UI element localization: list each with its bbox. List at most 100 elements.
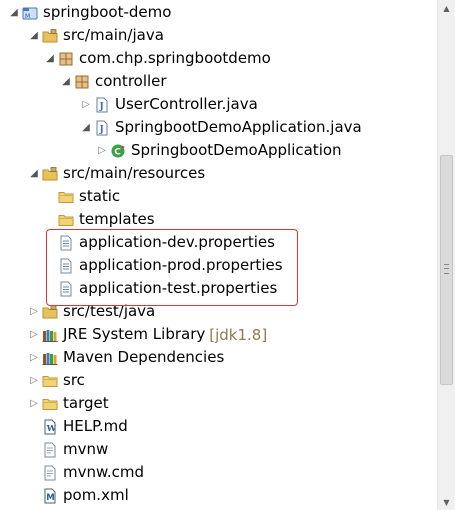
folder-icon [42, 396, 58, 412]
collapsed-twisty-icon[interactable]: ▷ [28, 369, 40, 392]
tree-item-label: src/main/java [63, 26, 164, 44]
tree-item-label: pom.xml [63, 486, 129, 504]
properties-file-icon [58, 235, 74, 251]
expanded-twisty-icon[interactable]: ◢ [28, 24, 40, 47]
tree-item-label: target [63, 394, 109, 412]
expanded-twisty-icon[interactable]: ◢ [44, 47, 56, 70]
collapsed-twisty-icon[interactable]: ▷ [80, 93, 92, 116]
source-folder-icon [42, 304, 58, 320]
tree-item[interactable]: templates [0, 208, 437, 231]
tree-item[interactable]: ▷ src/test/java [0, 300, 437, 323]
properties-file-icon [58, 258, 74, 274]
tree-item-label: static [79, 187, 121, 205]
library-icon [42, 350, 58, 366]
tree-item-label: Maven Dependencies [63, 348, 225, 366]
svg-text:M: M [46, 493, 54, 503]
text-file-icon [42, 465, 58, 481]
tree-item[interactable]: ◢ Mspringboot-demo [0, 1, 437, 24]
class-icon: C [110, 143, 126, 159]
folder-icon [58, 189, 74, 205]
tree-item-label: com.chp.springbootdemo [79, 49, 271, 67]
tree-item-label: springboot-demo [43, 3, 172, 21]
tree-item-label: src [63, 371, 85, 389]
tree-item[interactable]: ◢ com.chp.springbootdemo [0, 47, 437, 70]
tree-item[interactable]: ▷ src [0, 369, 437, 392]
svg-text:C: C [114, 147, 121, 157]
tree-item-label: controller [95, 72, 167, 90]
scrollbar-grip-icon [444, 264, 449, 274]
tree-item[interactable]: Mpom.xml [0, 484, 437, 507]
scrollbar-thumb[interactable] [440, 155, 453, 385]
collapsed-twisty-icon[interactable]: ▷ [28, 346, 40, 369]
scroll-down-arrow-icon[interactable]: ▼ [438, 494, 455, 510]
folder-icon [58, 212, 74, 228]
svg-text:M: M [25, 13, 30, 20]
tree-item-label: application-dev.properties [79, 233, 275, 251]
tree-item[interactable]: ◢ src/main/resources [0, 162, 437, 185]
tree-item[interactable]: application-dev.properties [0, 231, 437, 254]
svg-text:J: J [99, 125, 104, 135]
folder-icon [42, 373, 58, 389]
collapsed-twisty-icon[interactable]: ▷ [28, 323, 40, 346]
vertical-scrollbar[interactable]: ▲ ▼ [437, 0, 455, 510]
java-file-icon: J [94, 97, 110, 113]
tree-item-label: SpringbootDemoApplication [131, 141, 342, 159]
tree-item[interactable]: application-prod.properties [0, 254, 437, 277]
properties-file-icon [58, 281, 74, 297]
tree-item-label: application-test.properties [79, 279, 278, 297]
svg-text:W: W [46, 424, 57, 434]
expanded-twisty-icon[interactable]: ◢ [28, 162, 40, 185]
tree-item[interactable]: ▷ Maven Dependencies [0, 346, 437, 369]
expanded-twisty-icon[interactable]: ◢ [80, 116, 92, 139]
collapsed-twisty-icon[interactable]: ▷ [28, 392, 40, 415]
tree-item-label: mvnw [63, 440, 109, 458]
tree-item[interactable]: ▷ J UserController.java [0, 93, 437, 116]
tree-item-label: templates [79, 210, 155, 228]
tree-item-label: src/main/resources [63, 164, 206, 182]
expanded-twisty-icon[interactable]: ◢ [8, 1, 20, 24]
tree-item-label: src/test/java [63, 302, 156, 320]
tree-item[interactable]: mvnw.cmd [0, 461, 437, 484]
expanded-twisty-icon[interactable]: ◢ [60, 70, 72, 93]
tree-item-decoration: [jdk1.8] [209, 325, 268, 344]
package-icon [58, 51, 74, 67]
tree-item[interactable]: ▷ C SpringbootDemoApplication [0, 139, 437, 162]
tree-item[interactable]: ◢ controller [0, 70, 437, 93]
source-folder-icon [42, 28, 58, 44]
text-file-icon [42, 442, 58, 458]
source-folder-icon [42, 166, 58, 182]
tree-item[interactable]: ◢ J SpringbootDemoApplication.java [0, 116, 437, 139]
package-icon [74, 74, 90, 90]
tree-item-label: HELP.md [63, 417, 128, 435]
tree-item[interactable]: ◢ src/main/java [0, 24, 437, 47]
tree-item[interactable]: mvnw [0, 438, 437, 461]
scroll-up-arrow-icon[interactable]: ▲ [438, 0, 455, 16]
tree-item-label: mvnw.cmd [63, 463, 145, 481]
package-explorer-tree: ◢ Mspringboot-demo ◢ src/main/java ◢ com.chp.… [0, 0, 437, 510]
collapsed-twisty-icon[interactable]: ▷ [28, 300, 40, 323]
tree-item[interactable]: W HELP.md [0, 415, 437, 438]
collapsed-twisty-icon[interactable]: ▷ [96, 139, 108, 162]
java-file-icon: J [94, 120, 110, 136]
tree-item-label: UserController.java [115, 95, 258, 113]
library-icon [42, 327, 58, 343]
tree-item[interactable]: ▷ JRE System Library [jdk1.8] [0, 323, 437, 346]
tree-item-label: application-prod.properties [79, 256, 283, 274]
markdown-file-icon: W [42, 419, 58, 435]
tree-item-label: SpringbootDemoApplication.java [115, 118, 362, 136]
tree-item[interactable]: application-test.properties [0, 277, 437, 300]
project-icon: M [22, 5, 38, 21]
xml-file-icon: M [42, 488, 58, 504]
svg-text:J: J [99, 102, 104, 112]
tree-item[interactable]: ▷ target [0, 392, 437, 415]
tree-item[interactable]: static [0, 185, 437, 208]
